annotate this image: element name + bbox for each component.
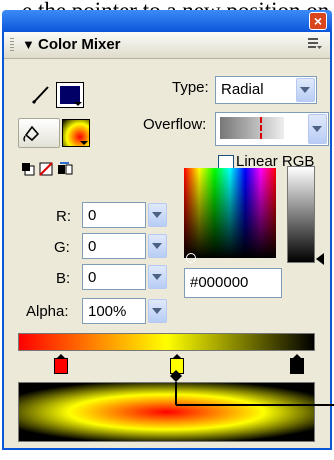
- b-slider-button[interactable]: [148, 265, 167, 289]
- pencil-icon: [31, 86, 49, 105]
- overflow-label: Overflow:: [143, 116, 207, 133]
- paint-bucket-icon: [23, 125, 40, 142]
- callout-line: [170, 370, 334, 406]
- g-input[interactable]: 0: [82, 233, 146, 259]
- overflow-dropdown-button[interactable]: [308, 114, 327, 144]
- stroke-color-swatch[interactable]: [56, 82, 84, 108]
- window-titlebar: ×: [2, 10, 332, 32]
- brightness-slider[interactable]: [287, 166, 315, 263]
- no-color-icon[interactable]: [39, 162, 53, 176]
- overflow-select[interactable]: [215, 112, 329, 146]
- fill-gradient-swatch[interactable]: [62, 119, 90, 147]
- fill-chevron-icon: [80, 141, 88, 145]
- stroke-chevron-icon: [74, 102, 82, 106]
- alpha-value: 100%: [88, 303, 127, 320]
- alpha-input[interactable]: 100%: [82, 298, 146, 324]
- g-label: G:: [54, 239, 70, 256]
- b-label: B:: [56, 270, 71, 287]
- panel-options-icon[interactable]: [308, 38, 322, 50]
- panel-header: ▼ Color Mixer: [4, 32, 330, 59]
- type-label: Type:: [172, 79, 209, 96]
- panel-title: Color Mixer: [38, 36, 121, 53]
- color-spectrum[interactable]: [184, 168, 276, 258]
- type-select[interactable]: Radial: [215, 76, 317, 104]
- r-slider-button[interactable]: [148, 203, 167, 227]
- type-value: Radial: [221, 81, 264, 98]
- gradient-bar[interactable]: [18, 333, 315, 351]
- g-value: 0: [88, 238, 97, 255]
- b-value: 0: [88, 269, 97, 286]
- r-label: R:: [56, 208, 71, 225]
- b-input[interactable]: 0: [82, 264, 146, 290]
- overflow-preview: [220, 117, 284, 139]
- alpha-slider-button[interactable]: [148, 299, 167, 323]
- overflow-marker: [260, 117, 262, 139]
- fill-color-button[interactable]: [18, 118, 60, 148]
- hex-value: #000000: [190, 274, 249, 291]
- swap-colors-icon[interactable]: [57, 162, 73, 176]
- close-button[interactable]: ×: [309, 12, 327, 30]
- g-slider-button[interactable]: [148, 234, 167, 258]
- spectrum-cursor: [186, 253, 196, 263]
- hex-input[interactable]: #000000: [184, 268, 282, 298]
- drag-grip-icon[interactable]: [10, 38, 14, 52]
- black-white-icon[interactable]: [21, 162, 35, 176]
- r-value: 0: [88, 207, 97, 224]
- brightness-arrow-icon[interactable]: [316, 253, 324, 265]
- type-dropdown-button[interactable]: [296, 78, 315, 102]
- alpha-label: Alpha:: [26, 303, 69, 320]
- r-input[interactable]: 0: [82, 202, 146, 228]
- collapse-arrow-icon[interactable]: ▼: [22, 37, 35, 52]
- gradient-pointer-red[interactable]: [54, 354, 68, 374]
